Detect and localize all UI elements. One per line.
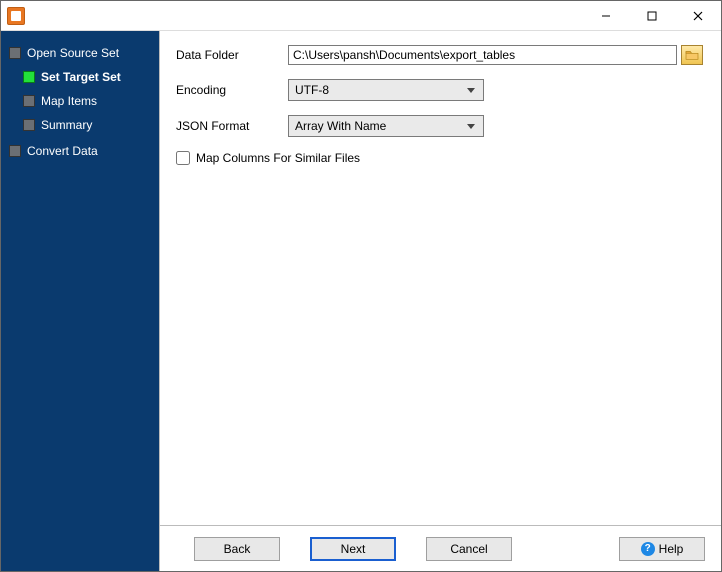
step-label: Set Target Set: [41, 70, 121, 84]
close-button[interactable]: [675, 1, 721, 30]
square-icon: [9, 145, 21, 157]
step-label: Summary: [41, 118, 92, 132]
help-icon: ?: [641, 542, 655, 556]
wizard-footer: Back Next Cancel ? Help: [160, 525, 721, 571]
step-open-source-set[interactable]: Open Source Set: [1, 41, 159, 65]
step-map-items[interactable]: Map Items: [19, 89, 159, 113]
next-button[interactable]: Next: [310, 537, 396, 561]
chevron-down-icon: [463, 83, 479, 97]
titlebar: [1, 1, 721, 31]
help-button[interactable]: ? Help: [619, 537, 705, 561]
app-icon: [7, 7, 25, 25]
step-summary[interactable]: Summary: [19, 113, 159, 137]
back-button[interactable]: Back: [194, 537, 280, 561]
step-label: Convert Data: [27, 144, 98, 158]
minimize-button[interactable]: [583, 1, 629, 30]
map-columns-label: Map Columns For Similar Files: [196, 151, 360, 165]
step-label: Map Items: [41, 94, 97, 108]
step-set-target-set[interactable]: Set Target Set: [19, 65, 159, 89]
wizard-steps-sidebar: Open Source Set Set Target Set: [1, 31, 159, 571]
chevron-down-icon: [463, 119, 479, 133]
cancel-button[interactable]: Cancel: [426, 537, 512, 561]
encoding-select[interactable]: UTF-8: [288, 79, 484, 101]
maximize-button[interactable]: [629, 1, 675, 30]
json-format-select[interactable]: Array With Name: [288, 115, 484, 137]
map-columns-checkbox[interactable]: [176, 151, 190, 165]
data-folder-label: Data Folder: [176, 48, 288, 62]
help-label: Help: [659, 542, 684, 556]
step-convert-data[interactable]: Convert Data: [1, 139, 159, 163]
json-format-value: Array With Name: [295, 119, 463, 133]
square-icon: [23, 71, 35, 83]
main-panel: Data Folder Encoding UTF-8: [159, 31, 721, 571]
data-folder-input[interactable]: [288, 45, 677, 65]
square-icon: [23, 119, 35, 131]
square-icon: [9, 47, 21, 59]
wizard-window: Open Source Set Set Target Set: [0, 0, 722, 572]
encoding-label: Encoding: [176, 83, 288, 97]
folder-icon: [685, 49, 699, 61]
step-label: Open Source Set: [27, 46, 119, 60]
encoding-value: UTF-8: [295, 83, 463, 97]
json-format-label: JSON Format: [176, 119, 288, 133]
browse-button[interactable]: [681, 45, 703, 65]
square-icon: [23, 95, 35, 107]
